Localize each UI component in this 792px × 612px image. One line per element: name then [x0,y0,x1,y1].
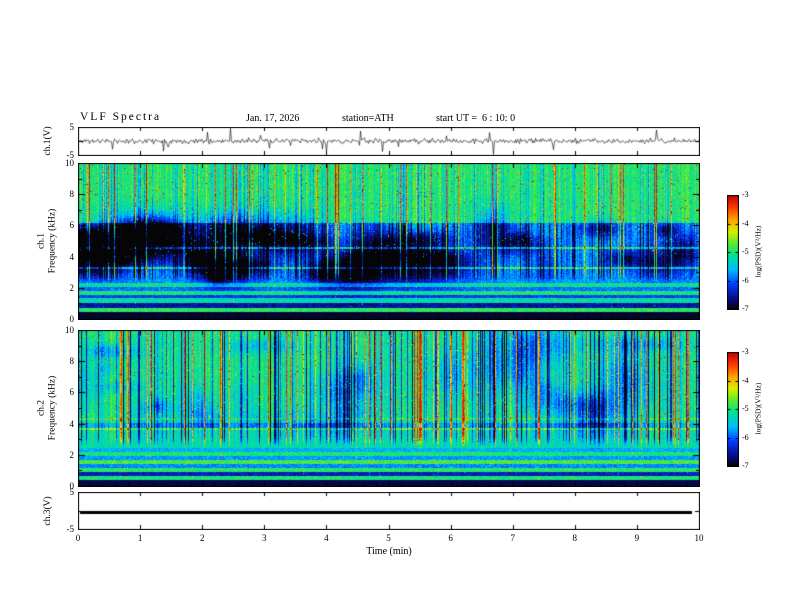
y-tick-label: 2 [69,282,75,293]
y-tick-label: 6 [69,220,75,231]
y-tick-label: -5 [66,150,75,160]
colorbar-tick-label: -7 [742,304,749,313]
y-tick-label: 10 [65,325,74,335]
x-tick-label: 6 [448,533,453,543]
x-tick-label: 8 [572,533,578,543]
vlf-spectra-figure: VLF Spectra Jan. 17, 2026 station=ATH st… [0,0,792,612]
ch1-spectrogram-canvas [78,163,700,320]
ch2-frequency-axis-label: ch.2 Frequency (kHz) [37,330,59,487]
colorbar-tick-label: -7 [742,461,749,470]
ch3-waveform-canvas [78,492,700,530]
colorbar-tick-label: -5 [742,247,749,256]
y-tick-label: 4 [69,251,75,262]
station-label: station=ATH [342,113,394,124]
colorbar-tick-label: -6 [742,275,749,285]
time-axis-label: Time (min) [366,546,412,557]
y-tick-label: 6 [69,387,75,398]
y-tick-label: 8 [69,189,75,200]
ch3-voltage-axis-label: ch.3(V) [43,496,53,526]
x-tick-label: 1 [137,533,143,543]
colorbar-1-canvas [727,195,739,310]
ch1-frequency-axis-label: ch.1 Frequency (kHz) [37,163,59,320]
x-tick-label: 7 [510,533,515,543]
y-tick-label: 5 [69,122,75,132]
y-tick-label: 5 [69,487,75,497]
ch1-waveform-canvas [78,127,700,156]
ch2-axis-line1: ch.2 [36,399,47,417]
start-ut-label: start UT = 6 : 10: 0 [436,113,516,124]
ch2-spectrogram-canvas [78,330,700,487]
ch1-axis-line1: ch.1 [36,232,47,250]
colorbar-tick-label: -3 [742,190,749,199]
colorbar-tick-label: -4 [742,375,749,385]
x-tick-label: 4 [324,533,329,543]
y-tick-label: 0 [69,314,75,324]
y-tick-label: 8 [69,356,75,367]
x-tick-label: 0 [75,533,81,543]
ch1-axis-line2: Frequency (kHz) [47,208,58,274]
ch2-axis-line2: Frequency (kHz) [47,375,58,441]
y-tick-label: -5 [66,524,75,534]
y-tick-label: 2 [69,449,75,460]
colorbar-2-canvas [727,352,739,467]
x-tick-label: 5 [386,533,391,543]
x-tick-label: 10 [694,533,704,543]
colorbar-tick-label: -5 [742,404,749,413]
colorbar-tick-label: -4 [742,218,749,228]
y-tick-label: 4 [69,418,75,429]
date-label: Jan. 17, 2026 [246,113,300,124]
x-tick-label: 3 [262,533,267,543]
x-tick-label: 9 [634,533,640,543]
colorbar-tick-label: -6 [742,432,749,442]
plot-title: VLF Spectra [80,111,162,123]
colorbar-tick-label: -3 [742,347,749,356]
x-tick-label: 2 [199,533,205,543]
